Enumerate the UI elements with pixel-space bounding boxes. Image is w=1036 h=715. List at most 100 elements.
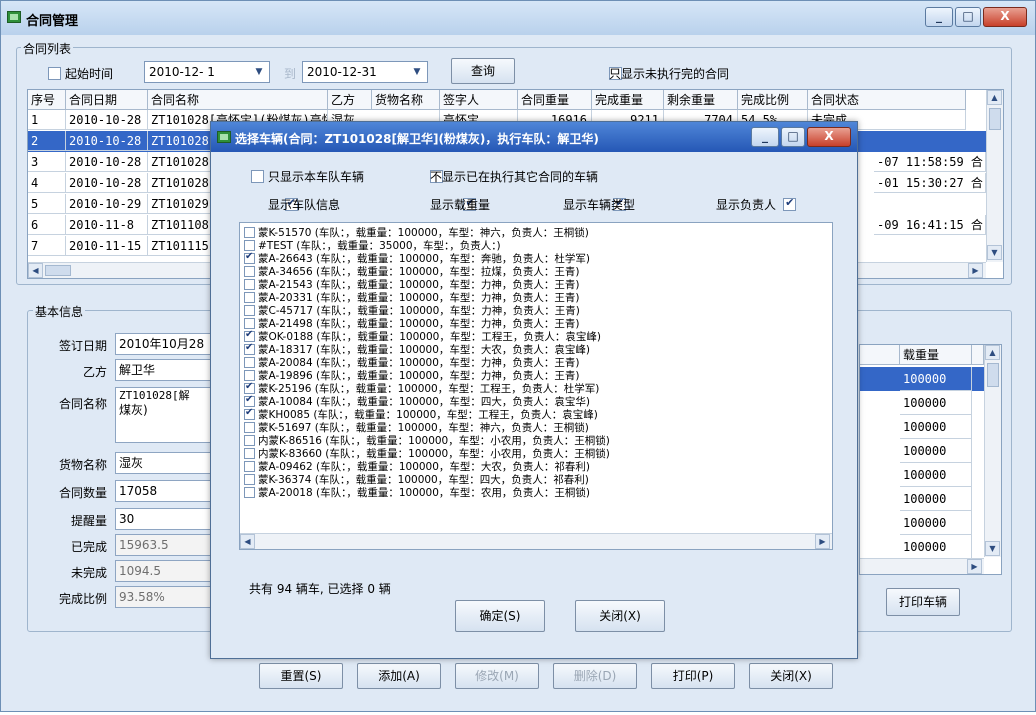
reset-button[interactable]: 重置(S) <box>259 663 343 689</box>
table-row[interactable]: 100000 <box>860 415 984 439</box>
sign-date-field[interactable]: 2010年10月28 <box>115 333 213 355</box>
vehicle-list-item[interactable]: #TEST (车队：，载重量：35000，车型：，负责人：) <box>244 240 501 252</box>
add-button[interactable]: 添加(A) <box>357 663 441 689</box>
vehicle-checkbox[interactable] <box>244 407 255 420</box>
vertical-scrollbar[interactable]: ▲ ▼ <box>986 90 1003 262</box>
vehicle-checkbox[interactable] <box>244 381 255 394</box>
vehicle-list-item[interactable]: 蒙KH0085 (车队：，载重量：100000，车型：工程王，负责人：袁宝峰) <box>244 407 598 421</box>
end-date-picker[interactable]: 2010-12-31 ▼ <box>302 61 428 83</box>
show-manager-checkbox[interactable] <box>783 196 797 211</box>
vehicle-checklist[interactable]: 蒙K-51570 (车队：，载重量：100000，车型：神六，负责人：王桐锁) #… <box>239 222 833 550</box>
scroll-thumb[interactable] <box>987 363 999 387</box>
scroll-thumb-h[interactable] <box>45 265 71 276</box>
vehicle-checkbox[interactable] <box>244 342 255 355</box>
vehicle-checkbox[interactable] <box>244 370 255 381</box>
vehicle-checkbox[interactable] <box>244 279 255 290</box>
vehicle-list-item[interactable]: 蒙K-25196 (车队：，载重量：100000，车型：工程王，负责人：杜学军) <box>244 381 599 395</box>
vehicle-list-item[interactable]: 内蒙K-86516 (车队：，载重量：100000，车型：小农用，负责人：王桐锁… <box>244 435 610 447</box>
column-header[interactable]: 合同日期 <box>66 90 148 110</box>
vehicle-checkbox[interactable] <box>244 292 255 303</box>
close-button[interactable]: X <box>983 7 1027 27</box>
column-header[interactable]: 乙方 <box>328 90 372 110</box>
maximize-button[interactable]: □ <box>955 7 981 27</box>
horizontal-scrollbar[interactable]: ▶ <box>860 558 984 574</box>
vehicle-checkbox[interactable] <box>244 227 255 238</box>
vehicle-checkbox[interactable] <box>244 251 255 264</box>
column-header[interactable]: 剩余重量 <box>664 90 738 110</box>
scroll-right-icon[interactable]: ▶ <box>968 263 983 278</box>
vehicle-list-item[interactable]: 蒙K-36374 (车队：，载重量：100000，车型：四大，负责人：祁春利) <box>244 474 589 486</box>
vehicle-checkbox[interactable] <box>244 474 255 485</box>
vehicle-checkbox[interactable] <box>244 305 255 316</box>
scroll-down-icon[interactable]: ▼ <box>987 245 1002 260</box>
start-date-picker[interactable]: 2010-12- 1 ▼ <box>144 61 270 83</box>
vehicle-list-item[interactable]: 蒙A-34656 (车队：，载重量：100000，车型：拉煤，负责人：王青) <box>244 266 580 278</box>
edit-button[interactable]: 修改(M) <box>455 663 539 689</box>
column-header[interactable]: 完成重量 <box>592 90 664 110</box>
vehicle-checkbox[interactable] <box>244 318 255 329</box>
vehicle-checkbox[interactable] <box>244 435 255 446</box>
vehicle-list-item[interactable]: 蒙OK-0188 (车队：，载重量：100000，车型：工程王，负责人：袁宝峰) <box>244 329 601 343</box>
vehicle-checkbox[interactable] <box>244 240 255 251</box>
column-header[interactable]: 合同状态 <box>808 90 966 110</box>
scroll-right-icon[interactable]: ▶ <box>967 559 982 574</box>
vehicle-list-item[interactable]: 蒙A-20018 (车队：，载重量：100000，车型：农用，负责人：王桐锁) <box>244 487 590 499</box>
delete-button[interactable]: 删除(D) <box>553 663 637 689</box>
column-header[interactable]: 序号 <box>28 90 66 110</box>
column-header[interactable]: 合同名称 <box>148 90 328 110</box>
vehicle-list-item[interactable]: 内蒙K-83660 (车队：，载重量：100000，车型：小农用，负责人：王桐锁… <box>244 448 610 460</box>
ok-button[interactable]: 确定(S) <box>455 600 545 632</box>
vehicle-list-item[interactable]: 蒙A-19896 (车队：，载重量：100000，车型：力神，负责人：王青) <box>244 370 580 382</box>
dialog-close-button[interactable]: X <box>807 127 851 147</box>
horizontal-scrollbar[interactable]: ◀ ▶ <box>240 533 832 549</box>
vehicle-checkbox[interactable] <box>244 394 255 407</box>
vehicle-list-item[interactable]: 蒙K-51697 (车队：，载重量：100000，车型：神六，负责人：王桐锁) <box>244 422 589 434</box>
vehicle-checkbox[interactable] <box>244 448 255 459</box>
table-row[interactable]: 100000 <box>860 487 984 511</box>
print-button[interactable]: 打印(P) <box>651 663 735 689</box>
vehicle-list-item[interactable]: 蒙A-10084 (车队：，载重量：100000，车型：四大，负责人：袁宝华) <box>244 394 590 408</box>
vehicle-list-item[interactable]: 蒙C-45717 (车队：，载重量：100000，车型：力神，负责人：王青) <box>244 305 580 317</box>
vehicle-list-item[interactable]: 蒙A-18317 (车队：，载重量：100000，车型：大农，负责人：袁宝峰) <box>244 342 590 356</box>
table-row[interactable]: 100000 <box>860 439 984 463</box>
scroll-thumb[interactable] <box>989 108 1001 130</box>
table-row[interactable]: 100000 <box>860 391 984 415</box>
reminder-field[interactable]: 30 <box>115 508 213 530</box>
table-row[interactable]: 100000 <box>860 535 984 559</box>
vehicle-checkbox[interactable] <box>244 487 255 498</box>
scroll-left-icon[interactable]: ◀ <box>28 263 43 278</box>
column-header[interactable]: 签字人 <box>440 90 518 110</box>
scroll-up-icon[interactable]: ▲ <box>985 345 1000 360</box>
column-header[interactable]: 货物名称 <box>372 90 440 110</box>
contract-name-field[interactable]: ZT101028[解 煤灰) <box>115 387 213 443</box>
start-time-checkbox[interactable] <box>48 67 61 80</box>
vehicle-list-item[interactable]: 蒙A-21498 (车队：，载重量：100000，车型：力神，负责人：王青) <box>244 318 580 330</box>
query-button[interactable]: 查询 <box>451 58 515 84</box>
scroll-left-icon[interactable]: ◀ <box>240 534 255 549</box>
minimize-button[interactable]: _ <box>925 7 953 27</box>
dialog-close-text-button[interactable]: 关闭(X) <box>575 600 665 632</box>
column-header[interactable]: 完成比例 <box>738 90 808 110</box>
vehicle-list-item[interactable]: 蒙A-20084 (车队：，载重量：100000，车型：力神，负责人：王青) <box>244 357 580 369</box>
quantity-field[interactable]: 17058 <box>115 480 213 502</box>
scroll-up-icon[interactable]: ▲ <box>987 90 1002 105</box>
vehicle-checkbox[interactable] <box>244 422 255 433</box>
table-row[interactable]: 100000 <box>860 511 984 535</box>
vehicle-list-item[interactable]: 蒙K-51570 (车队：，载重量：100000，车型：神六，负责人：王桐锁) <box>244 227 589 239</box>
vehicle-weight-table[interactable]: 载重量 100000 100000 100000 100000 100000 100000… <box>859 344 1002 575</box>
print-vehicles-button[interactable]: 打印车辆 <box>886 588 960 616</box>
vehicle-list-item[interactable]: 蒙A-20331 (车队：，载重量：100000，车型：力神，负责人：王青) <box>244 292 580 304</box>
close-window-button[interactable]: 关闭(X) <box>749 663 833 689</box>
vehicle-list-item[interactable]: 蒙A-21543 (车队：，载重量：100000，车型：力神，负责人：王青) <box>244 279 580 291</box>
only-own-team-checkbox[interactable] <box>251 170 264 183</box>
vehicle-checkbox[interactable] <box>244 357 255 368</box>
goods-field[interactable]: 湿灰 <box>115 452 213 474</box>
vehicle-list-item[interactable]: 蒙A-09462 (车队：，载重量：100000，车型：大农，负责人：祁春利) <box>244 461 590 473</box>
vertical-scrollbar[interactable]: ▲ ▼ <box>984 345 1001 557</box>
party-b-field[interactable]: 解卫华 <box>115 359 213 381</box>
dialog-maximize-button[interactable]: □ <box>781 127 805 147</box>
vehicle-checkbox[interactable] <box>244 461 255 472</box>
dialog-minimize-button[interactable]: _ <box>751 127 779 147</box>
column-header[interactable]: 合同重量 <box>518 90 592 110</box>
scroll-right-icon[interactable]: ▶ <box>815 534 830 549</box>
